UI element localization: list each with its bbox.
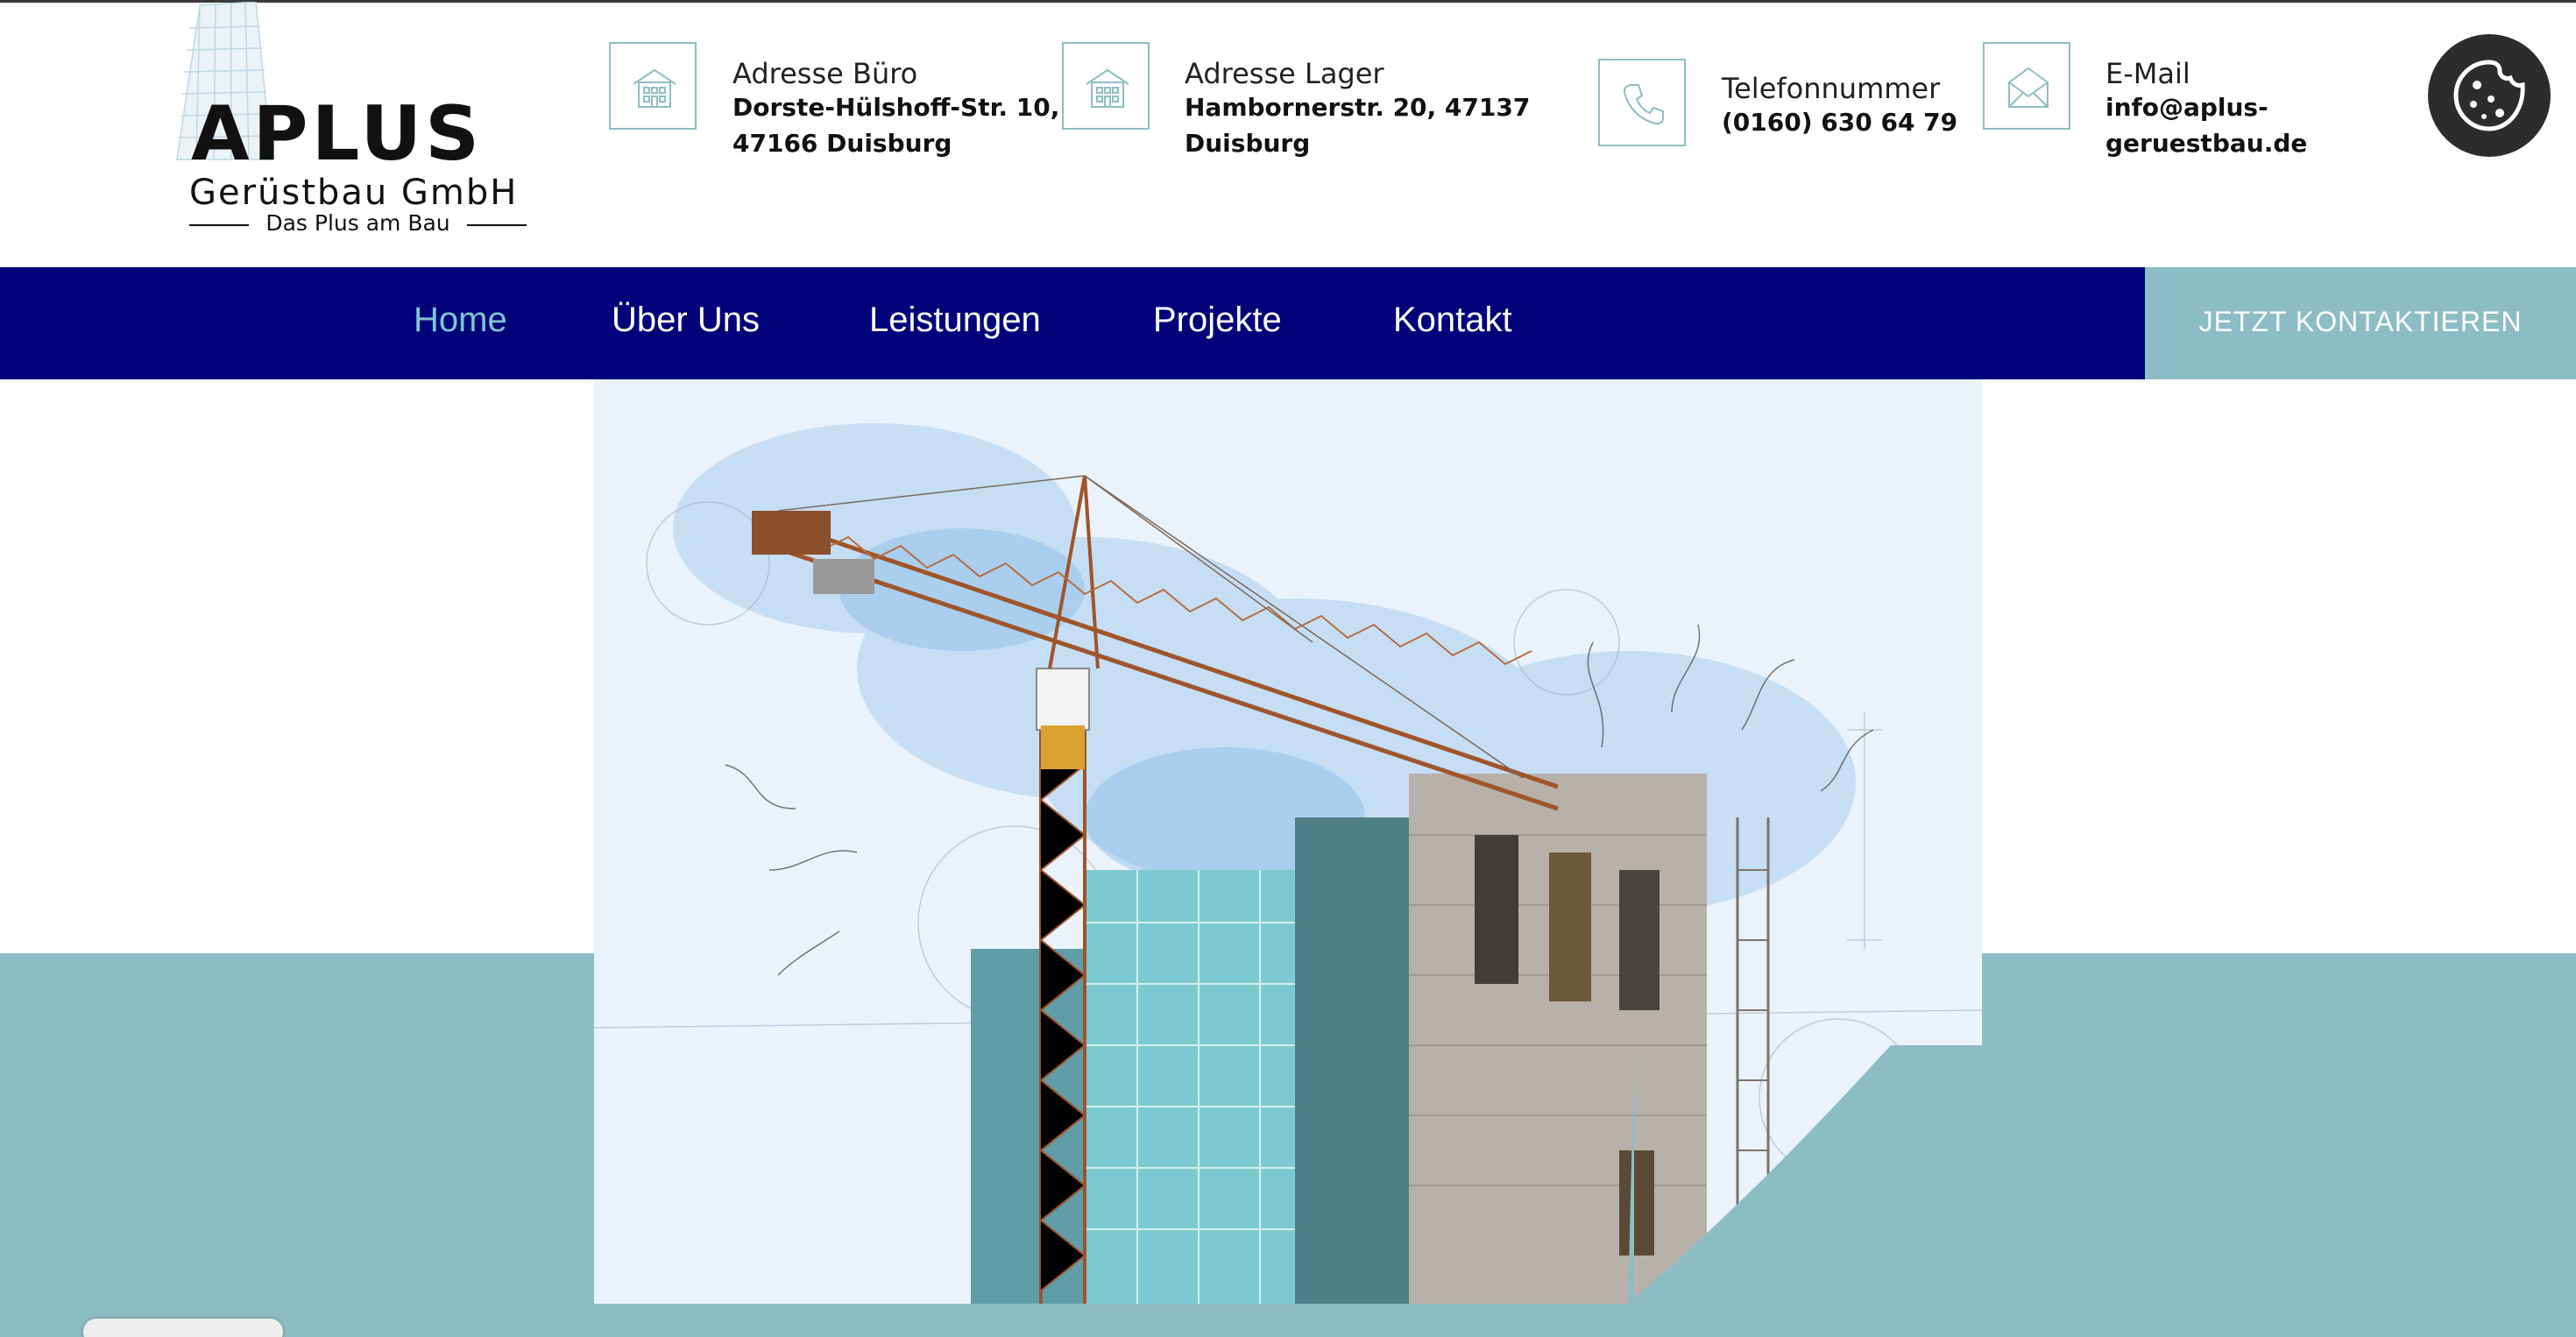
building-icon: [609, 42, 697, 130]
contact-value: Dorste-Hülshoff-Str. 10,: [732, 93, 1060, 122]
cookie-settings-button[interactable]: [2428, 34, 2551, 157]
building-icon: [1062, 42, 1150, 130]
contact-label: Adresse Lager: [1185, 57, 1384, 90]
contact-value: Duisburg: [1185, 129, 1311, 158]
contact-label: Adresse Büro: [732, 57, 918, 90]
nav-kontakt[interactable]: Kontakt: [1393, 302, 1512, 337]
cookie-icon: [2453, 60, 2525, 131]
main-navigation: Home Über Uns Leistungen Projekte Kontak…: [0, 267, 2145, 379]
logo-company-text: Gerüstbau GmbH: [189, 173, 519, 213]
email-address[interactable]: info@aplus-: [2105, 89, 2268, 125]
contact-now-label: JETZT KONTAKTIEREN: [2198, 306, 2523, 337]
contact-office-address: Adresse Büro Dorste-Hülshoff-Str. 10, 47…: [609, 42, 1059, 165]
email-address[interactable]: geruestbau.de: [2105, 125, 2307, 161]
phone-icon: [1598, 59, 1686, 146]
nav-leistungen[interactable]: Leistungen: [869, 302, 1041, 337]
nav-projekte[interactable]: Projekte: [1153, 302, 1282, 337]
contact-phone[interactable]: Telefonnummer (0160) 630 64 79: [1598, 59, 1966, 155]
hero-construction-image: [594, 379, 1982, 1304]
contact-warehouse-address: Adresse Lager Hambornerstr. 20, 47137 Du…: [1062, 42, 1530, 165]
nav-home[interactable]: Home: [414, 302, 507, 337]
company-logo[interactable]: APLUS Gerüstbau GmbH Das Plus am Bau: [158, 2, 534, 243]
nav-ueber-uns[interactable]: Über Uns: [612, 302, 760, 337]
phone-number[interactable]: (0160) 630 64 79: [1722, 104, 1957, 140]
contact-value: Hambornerstr. 20, 47137: [1185, 93, 1531, 122]
contact-now-button[interactable]: JETZT KONTAKTIEREN: [2145, 267, 2576, 379]
logo-tagline: Das Plus am Bau: [189, 212, 527, 234]
contact-email[interactable]: E-Mail info@aplus- geruestbau.de: [1983, 42, 2386, 165]
logo-brand-text: APLUS: [191, 90, 484, 178]
contact-label: E-Mail: [2105, 57, 2190, 90]
bottom-widget-tab[interactable]: [83, 1319, 283, 1337]
contact-value: 47166 Duisburg: [732, 129, 952, 158]
page: APLUS Gerüstbau GmbH Das Plus am Bau Adr…: [0, 0, 2576, 1337]
envelope-icon: [1983, 42, 2070, 130]
hero-corner-accent: [1628, 1045, 1982, 1304]
contact-label: Telefonnummer: [1722, 72, 1941, 105]
